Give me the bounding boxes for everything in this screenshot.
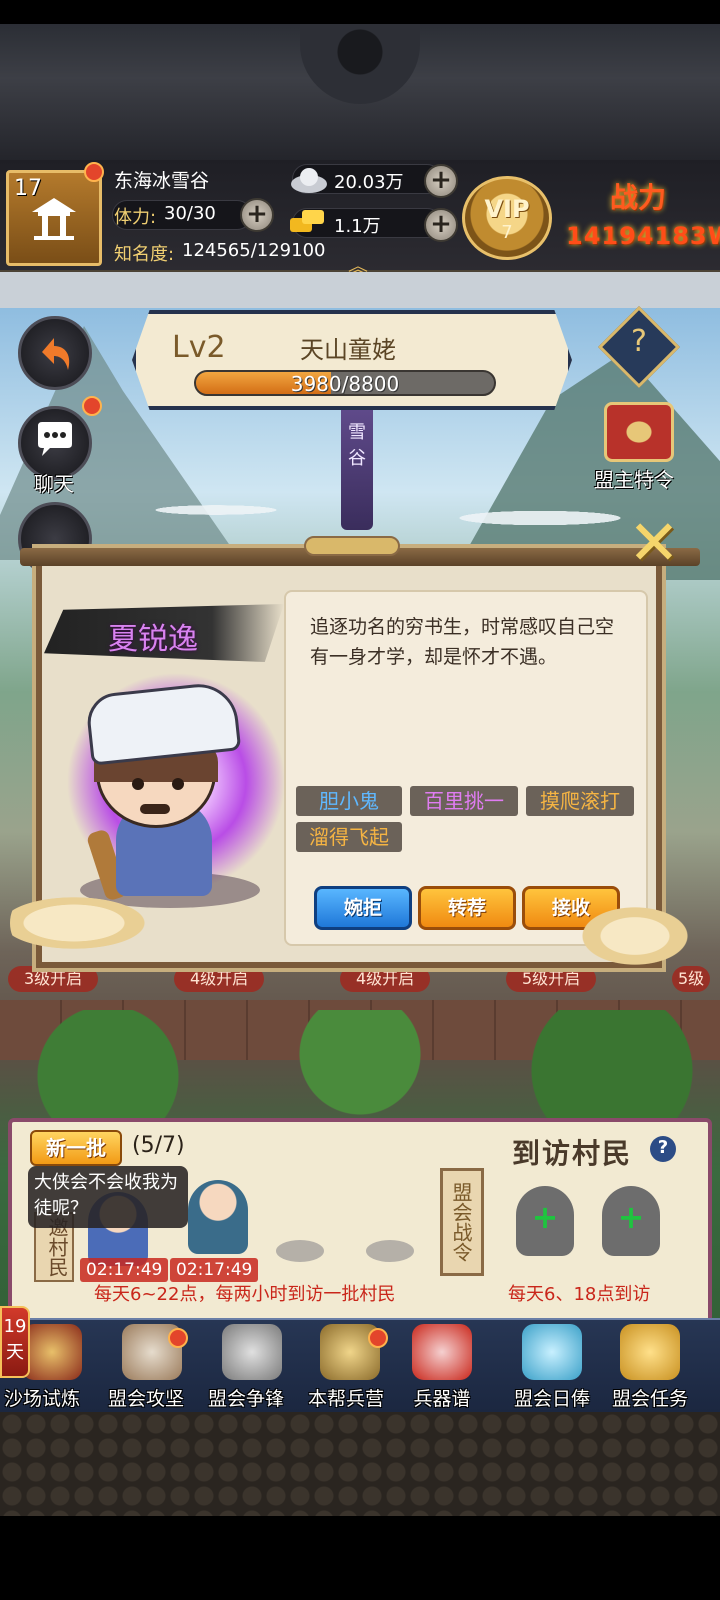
nav-label[interactable]: 盟会日俸 [502, 1384, 602, 1411]
leader-order-label: 盟主特令 [594, 468, 674, 492]
nav-label[interactable]: 盟会攻坚 [96, 1384, 196, 1411]
nav-label[interactable]: 盟会争锋 [196, 1384, 296, 1411]
close-icon[interactable]: ✕ [628, 506, 680, 579]
unlock-tag: 4级开启 [340, 966, 431, 992]
vip-level: 7 [501, 222, 513, 243]
unlock-tag: 4级开启 [174, 966, 265, 992]
boss-progress-text: 3980/8800 [290, 372, 400, 396]
character-mustache [140, 804, 170, 814]
fame-value: 124565/129100 [182, 240, 326, 261]
nav-label[interactable]: 沙场试炼 [0, 1384, 92, 1411]
notification-dot [168, 1328, 188, 1348]
empty-slot [276, 1240, 324, 1262]
trait-tag: 摸爬滚打 [526, 786, 634, 816]
power-label: 战力 [610, 181, 667, 214]
chat-label: 聊天 [34, 472, 74, 496]
add-gold-button[interactable]: + [424, 208, 458, 242]
trait-tag: 胆小鬼 [296, 786, 402, 816]
location-ribbon-text: 雪谷 [348, 422, 366, 469]
character-eye [132, 778, 144, 790]
question-icon: ? [631, 324, 647, 359]
gold-amount: 1.1万 [334, 216, 381, 237]
schedule-note: 每天6、18点到访 [508, 1284, 651, 1305]
alliance-contest-icon[interactable] [222, 1324, 282, 1380]
add-silver-button[interactable]: + [424, 164, 458, 198]
chat-bubble-icon [38, 422, 72, 456]
system-navigation-bar [0, 1520, 720, 1600]
add-stamina-button[interactable]: + [240, 198, 274, 232]
decorative-floor [0, 1412, 720, 1516]
notification-dot [368, 1328, 388, 1348]
villager-timer: 02:17:49 [170, 1258, 259, 1282]
unlock-tag: 3级开启 [8, 966, 99, 992]
decorative-cloud [10, 888, 170, 958]
trait-tag: 百里挑一 [410, 786, 518, 816]
batch-count: (5/7) [132, 1133, 185, 1158]
nav-label[interactable]: 兵器谱 [392, 1384, 492, 1411]
new-batch-button[interactable]: 新一批 [30, 1130, 122, 1166]
nav-label[interactable]: 盟会任务 [600, 1384, 700, 1411]
character-eye [172, 778, 184, 790]
nav-label[interactable]: 本帮兵营 [296, 1384, 396, 1411]
daily-salary-icon[interactable] [522, 1324, 582, 1380]
trait-tag: 溜得飞起 [296, 822, 402, 852]
villager-timer: 02:17:49 [80, 1258, 169, 1282]
vip-label: VIP [484, 195, 530, 223]
empty-slot [366, 1240, 414, 1262]
player-level: 17 [14, 176, 42, 201]
villager-speech-bubble: 大侠会不会收我为徒呢？ [28, 1166, 188, 1228]
help-icon[interactable]: ? [650, 1136, 676, 1162]
unlock-tag: 5级开启 [506, 966, 597, 992]
schedule-note: 每天6~22点，每两小时到访一批村民 [94, 1284, 396, 1305]
temple-icon [32, 198, 76, 240]
back-arrow-icon [42, 338, 70, 370]
gold-ingot-icon [290, 210, 324, 232]
decorative-cloud [580, 906, 690, 966]
stamina-value: 30/30 [164, 203, 216, 224]
alliance-task-icon[interactable] [620, 1324, 680, 1380]
boss-name: 天山童姥 [300, 336, 396, 364]
war-order-plaque[interactable]: 盟会战令 [440, 1168, 484, 1276]
day-counter-badge: 19天 [0, 1306, 30, 1378]
character-description: 追逐功名的穷书生，时常感叹自己空有一身才学，却是怀才不遇。 [310, 616, 615, 668]
stamina-label: 体力: [114, 207, 157, 228]
weapon-book-icon[interactable] [412, 1324, 472, 1380]
fame-label: 知名度: [114, 244, 175, 265]
plus-icon: + [617, 1198, 645, 1236]
boss-level: Lv2 [172, 330, 226, 365]
leader-order-icon[interactable] [604, 402, 674, 462]
popup-ornament [304, 536, 400, 556]
character-name: 夏锐逸 [108, 622, 198, 657]
villager-avatar[interactable] [188, 1180, 248, 1254]
plus-icon: + [531, 1198, 559, 1236]
unlock-tag: 5级 [672, 966, 711, 992]
recommend-button[interactable]: 转荐 [418, 886, 516, 930]
power-value: 14194183W [566, 222, 720, 250]
silver-amount: 20.03万 [334, 172, 404, 193]
notification-dot [84, 162, 104, 182]
silver-ingot-icon [291, 168, 327, 193]
notification-dot [82, 396, 102, 416]
trees [0, 1010, 720, 1120]
battlefield-trial-icon[interactable] [22, 1324, 82, 1380]
visitor-title: 到访村民 [512, 1137, 633, 1170]
decline-button[interactable]: 婉拒 [314, 886, 412, 930]
location-name: 东海冰雪谷 [114, 170, 210, 192]
